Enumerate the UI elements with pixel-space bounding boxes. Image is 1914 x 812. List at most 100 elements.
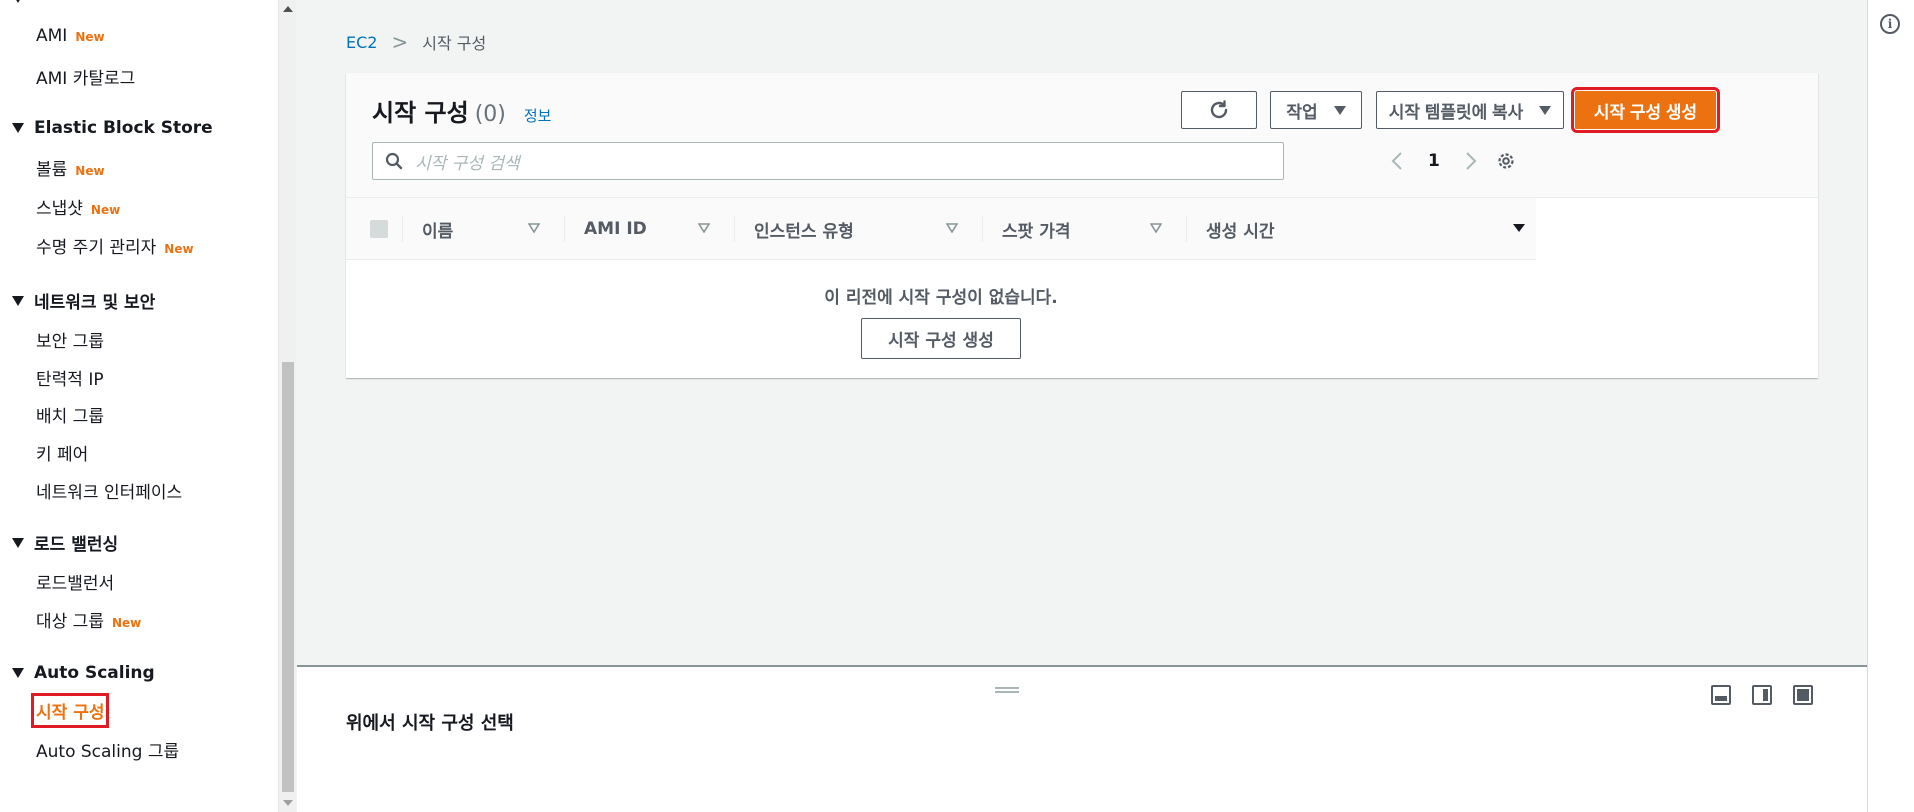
sidebar-item-ami-catalog[interactable]: AMI 카탈로그 bbox=[36, 64, 135, 89]
column-header-spot-price[interactable]: 스팟 가격 bbox=[1002, 198, 1186, 260]
sidebar-item-security-groups[interactable]: 보안 그룹 bbox=[36, 327, 104, 352]
sidebar-item-elastic-ip[interactable]: 탄력적 IP bbox=[36, 365, 104, 390]
launch-configurations-table-container: 시작 구성 (0) 정보 작업 시작 템플릿에 복사 시작 구성 생성 시작 구… bbox=[346, 73, 1818, 378]
scroll-down-icon[interactable] bbox=[283, 800, 293, 806]
sidebar-item-lifecycle-manager[interactable]: 수명 주기 관리자 New bbox=[36, 233, 194, 258]
sidebar-item-auto-scaling-groups[interactable]: Auto Scaling 그룹 bbox=[36, 737, 179, 762]
caret-down-icon bbox=[1539, 105, 1552, 115]
info-icon[interactable]: i bbox=[1880, 14, 1900, 34]
actions-label: 작업 bbox=[1286, 102, 1318, 122]
sidebar-item-label: 키 페어 bbox=[36, 445, 89, 465]
search-input[interactable]: 시작 구성 검색 bbox=[372, 142, 1284, 180]
sidebar-section-title: 로드 밸런싱 bbox=[34, 535, 119, 555]
sidebar-item-network-interfaces[interactable]: 네트워크 인터페이스 bbox=[36, 478, 182, 503]
actions-dropdown-button[interactable]: 작업 bbox=[1270, 91, 1362, 129]
caret-down-icon bbox=[12, 668, 24, 678]
panel-full-icon[interactable] bbox=[1793, 685, 1813, 705]
copy-to-launch-template-button[interactable]: 시작 템플릿에 복사 bbox=[1376, 91, 1564, 129]
sidebar-section-title: 네트워크 및 보안 bbox=[34, 293, 156, 313]
split-panel-title: 위에서 시작 구성 선택 bbox=[346, 713, 514, 734]
panel-side-icon[interactable] bbox=[1752, 685, 1772, 705]
sort-descending-icon bbox=[1513, 224, 1525, 232]
scroll-up-icon[interactable] bbox=[283, 6, 293, 12]
column-label: 스팟 가격 bbox=[1002, 221, 1071, 242]
breadcrumb: EC2 > 시작 구성 bbox=[346, 30, 486, 54]
page-number[interactable]: 1 bbox=[1428, 151, 1440, 171]
new-badge: New bbox=[111, 616, 142, 630]
search-placeholder: 시작 구성 검색 bbox=[415, 153, 520, 174]
page-title: 시작 구성 (0) 정보 bbox=[372, 93, 551, 128]
chevron-left-icon[interactable] bbox=[1390, 151, 1404, 171]
sidebar-item-label: 시작 구성 bbox=[36, 703, 105, 723]
sidebar-section-ebs[interactable]: Elastic Block Store bbox=[12, 118, 213, 138]
sidebar-item-key-pairs[interactable]: 키 페어 bbox=[36, 440, 88, 465]
column-label: 생성 시간 bbox=[1206, 221, 1275, 242]
caret-down-icon bbox=[12, 123, 24, 133]
new-badge: New bbox=[164, 242, 194, 256]
search-icon bbox=[385, 152, 403, 170]
create-launch-configuration-empty-button[interactable]: 시작 구성 생성 bbox=[861, 318, 1021, 359]
column-label: AMI ID bbox=[584, 219, 647, 239]
column-header-created-time[interactable]: 생성 시간 bbox=[1206, 198, 1536, 260]
empty-message: 이 리전에 시작 구성이 없습니다. bbox=[824, 288, 1058, 308]
sidebar-item-label: AMI bbox=[36, 26, 68, 46]
refresh-button[interactable] bbox=[1181, 91, 1257, 129]
column-label: 인스턴스 유형 bbox=[754, 221, 854, 242]
sidebar-section-load-balancing[interactable]: 로드 밸런싱 bbox=[12, 530, 118, 555]
empty-state: 이 리전에 시작 구성이 없습니다. 시작 구성 생성 bbox=[346, 261, 1536, 359]
sidebar-nav: AMI New AMI 카탈로그 Elastic Block Store 볼륨 Ne… bbox=[0, 0, 278, 812]
sidebar-item-label: 네트워크 인터페이스 bbox=[36, 483, 183, 503]
sidebar-cut-section bbox=[12, 0, 24, 8]
column-header-instance-type[interactable]: 인스턴스 유형 bbox=[754, 198, 982, 260]
gear-icon[interactable] bbox=[1496, 151, 1516, 171]
column-header-ami-id[interactable]: AMI ID bbox=[584, 198, 734, 260]
sidebar-item-label: 탄력적 IP bbox=[36, 370, 104, 390]
caret-down-icon bbox=[12, 537, 24, 548]
panel-bottom-icon[interactable] bbox=[1711, 685, 1731, 705]
breadcrumb-ec2-link[interactable]: EC2 bbox=[346, 33, 377, 52]
table-header-row: 이름 AMI ID 인스턴스 유형 스팟 가격 생성 시간 bbox=[346, 198, 1536, 260]
new-badge: New bbox=[90, 203, 121, 217]
pagination: 1 bbox=[1390, 145, 1478, 177]
breadcrumb-current: 시작 구성 bbox=[422, 34, 487, 53]
sidebar-item-launch-configurations[interactable]: 시작 구성 bbox=[30, 693, 110, 728]
main-content: EC2 > 시작 구성 시작 구성 (0) 정보 작업 시작 템플릿에 복사 시… bbox=[297, 0, 1867, 665]
sidebar-section-auto-scaling[interactable]: Auto Scaling bbox=[12, 663, 155, 683]
sidebar-item-label: 수명 주기 관리자 bbox=[36, 238, 157, 258]
sidebar-item-ami[interactable]: AMI New bbox=[36, 26, 105, 46]
caret-down-icon bbox=[1333, 105, 1346, 115]
refresh-icon bbox=[1210, 100, 1228, 119]
sidebar-section-title: Auto Scaling bbox=[34, 663, 155, 683]
sidebar-item-label: AMI 카탈로그 bbox=[36, 69, 136, 89]
split-panel: 위에서 시작 구성 선택 bbox=[297, 665, 1867, 812]
chevron-right-icon[interactable] bbox=[1464, 151, 1478, 171]
caret-down-icon bbox=[12, 295, 24, 306]
column-header-name[interactable]: 이름 bbox=[422, 198, 564, 260]
new-badge: New bbox=[75, 30, 105, 44]
sidebar-item-label: 배치 그룹 bbox=[36, 407, 104, 427]
create-launch-configuration-button[interactable]: 시작 구성 생성 bbox=[1571, 87, 1720, 133]
sidebar-item-volumes[interactable]: 볼륨 New bbox=[36, 155, 105, 180]
select-all-checkbox[interactable] bbox=[370, 220, 388, 238]
resize-handle[interactable] bbox=[995, 687, 1019, 693]
sidebar-item-placement-groups[interactable]: 배치 그룹 bbox=[36, 402, 104, 427]
sidebar-section-network[interactable]: 네트워크 및 보안 bbox=[12, 288, 155, 313]
column-label: 이름 bbox=[422, 221, 454, 242]
sidebar-item-load-balancers[interactable]: 로드밸런서 bbox=[36, 569, 114, 594]
sidebar-scrollbar[interactable] bbox=[278, 0, 296, 812]
item-count: (0) bbox=[474, 102, 506, 127]
sort-icon bbox=[698, 223, 710, 233]
sidebar-item-label: 보안 그룹 bbox=[36, 332, 104, 352]
sidebar-item-snapshots[interactable]: 스냅샷 New bbox=[36, 194, 120, 219]
new-badge: New bbox=[75, 164, 105, 178]
sidebar-section-title: Elastic Block Store bbox=[34, 118, 213, 138]
sort-icon bbox=[1150, 223, 1162, 233]
scrollbar-thumb[interactable] bbox=[282, 362, 294, 792]
sidebar-item-target-groups[interactable]: 대상 그룹 New bbox=[36, 607, 141, 632]
sidebar-item-label: 스냅샷 bbox=[36, 199, 83, 219]
info-link[interactable]: 정보 bbox=[524, 105, 552, 126]
sort-icon bbox=[528, 223, 540, 233]
create-label: 시작 구성 생성 bbox=[1593, 102, 1698, 122]
copy-label: 시작 템플릿에 복사 bbox=[1388, 102, 1524, 122]
sidebar-item-label: 대상 그룹 bbox=[36, 612, 104, 632]
